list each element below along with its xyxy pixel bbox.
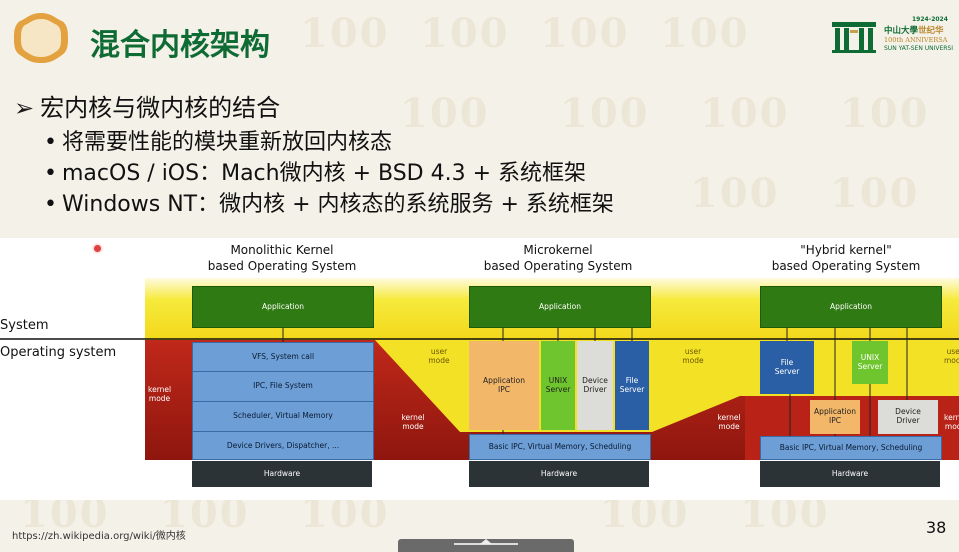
hybrid-hardware-box: Hardware [760,461,940,487]
page-number: 38 [926,518,947,537]
hybrid-app-ipc: Application IPC [810,400,860,434]
monolithic-kernel-stack: VFS, System call IPC, File System Schedu… [192,342,374,460]
presentation-toolbar[interactable] [398,539,574,552]
monolithic-layer: Device Drivers, Dispatcher, ... [226,440,340,450]
hybrid-core-box: Basic IPC, Virtual Memory, Scheduling [760,436,942,460]
bullet-item: • macOS / iOS：Mach微内核 + BSD 4.3 + 系统框架 [44,161,587,186]
micro-unix-server: UNIX Server [541,341,575,430]
monolithic-layer: VFS, System call [193,343,373,372]
bullet-item: • Windows NT：微内核 + 内核态的系统服务 + 系统框架 [44,192,614,217]
user-mode-label: user mode [682,347,704,365]
chevron-up-icon[interactable] [480,539,492,544]
heading-bullet: ➢ 宏内核与微内核的结合 [14,94,281,122]
kernel-architecture-diagram: System Operating system Monolithic Kerne… [0,238,959,500]
micro-hardware-box: Hardware [469,461,649,487]
logo-en-name: SUN YAT-SEN UNIVERSI [884,45,953,52]
micro-app-ipc-server: Application IPC [469,341,539,430]
logo-anniv-en: 100th ANNIVERSA [884,36,948,44]
microkernel-header: Microkernel based Operating System [483,243,633,274]
monolithic-application-box: Application [192,286,374,328]
logo-anniv-cn: 世纪华 [918,26,944,36]
monolithic-layer: IPC, File System [193,372,373,402]
micro-file-server: File Server [615,341,649,430]
system-label: System [0,318,49,333]
monolithic-header: Monolithic Kernel based Operating System [207,243,357,274]
user-mode-label: user mode [944,347,959,365]
hybrid-application-box: Application [760,286,942,328]
logo-years: 1924-2024 [912,16,948,23]
hybrid-header: "Hybrid kernel" based Operating System [771,243,921,274]
kernel-mode-label: kernel mode [401,413,425,431]
hybrid-device-driver: Device Driver [878,400,938,434]
kernel-mode-label: kernel mode [148,385,172,403]
pointer-dot [94,245,101,252]
monolithic-hardware-box: Hardware [192,461,372,487]
hybrid-unix-server: UNIX Server [852,341,888,384]
micro-device-driver: Device Driver [577,341,613,430]
micro-core-box: Basic IPC, Virtual Memory, Scheduling [469,434,651,460]
kernel-mode-label: kernel mode [717,413,741,431]
hybrid-file-server: File Server [760,341,814,394]
user-mode-label: user mode [428,347,450,365]
kernel-mode-label: kernel mode [944,413,959,431]
university-logo: 1924-2024 中山大學世纪华 100th ANNIVERSA SUN YA… [830,16,959,56]
badge-icon [14,13,68,63]
monolithic-layer: Scheduler, Virtual Memory [193,402,373,432]
slide-title: 混合内核架构 [90,28,270,63]
bullet-item: • 将需要性能的模块重新放回内核态 [44,130,393,155]
micro-application-box: Application [469,286,651,328]
logo-cn-name: 中山大學 [884,26,919,36]
operating-system-label: Operating system [0,345,117,360]
arrow-bullet-icon: ➢ [14,94,35,122]
source-url[interactable]: https://zh.wikipedia.org/wiki/微内核 [12,527,186,542]
university-gate-icon [832,22,876,53]
